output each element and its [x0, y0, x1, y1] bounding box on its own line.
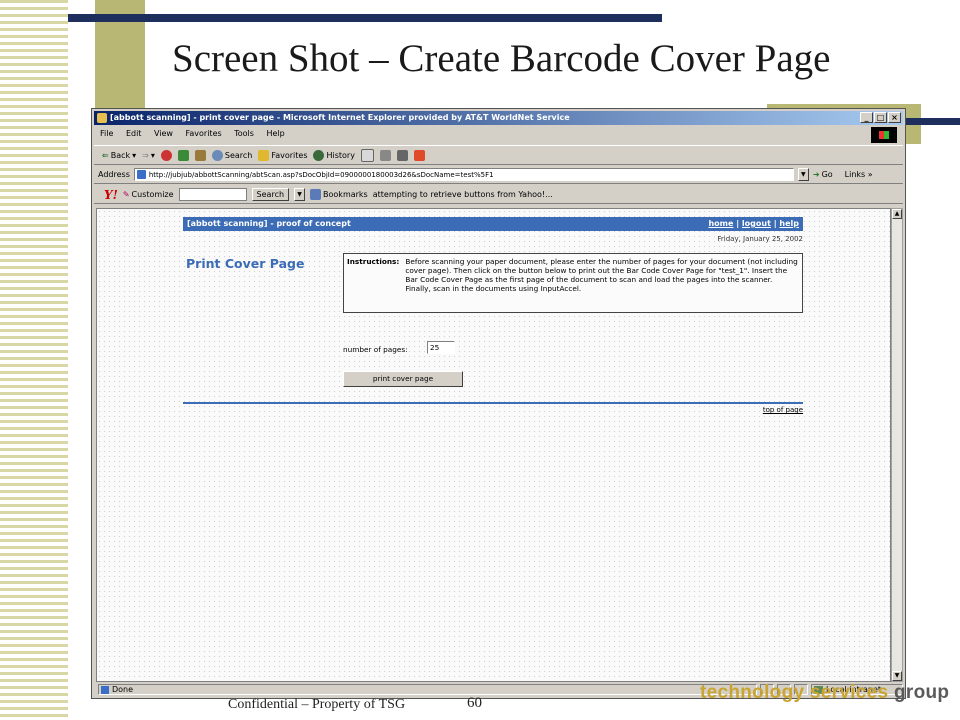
browser-window: [abbott scanning] - print cover page - M… [91, 108, 906, 699]
help-link[interactable]: help [779, 219, 799, 228]
go-label: Go [821, 170, 833, 179]
yahoo-toolbar: Y! ✎ Customize Search ▼ Bookmarks attemp… [94, 186, 903, 204]
page-header-title: [abbott scanning] - proof of concept [187, 219, 351, 228]
yahoo-search-dropdown[interactable]: ▼ [294, 188, 306, 201]
edit-icon[interactable] [396, 149, 408, 161]
page-heading: Print Cover Page [186, 256, 305, 271]
search-icon [211, 149, 223, 161]
pencil-icon: ✎ [122, 190, 130, 199]
minimize-button[interactable]: _ [860, 112, 873, 123]
favorites-button[interactable]: Favorites [258, 149, 308, 161]
instructions-box: Instructions: Before scanning your paper… [343, 253, 803, 313]
window-title: [abbott scanning] - print cover page - M… [110, 113, 570, 122]
divider [183, 402, 803, 404]
menu-bar: File Edit View Favorites Tools Help [94, 127, 903, 141]
header-links: home | logout | help [708, 217, 799, 231]
logout-link[interactable]: logout [742, 219, 771, 228]
vertical-scrollbar[interactable]: ▲ ▼ [891, 208, 903, 682]
links-button[interactable]: Links » [845, 170, 873, 179]
forward-arrow-icon: ⇒ [142, 150, 149, 160]
refresh-icon[interactable] [177, 149, 189, 161]
address-dropdown-button[interactable]: ▼ [797, 168, 809, 181]
back-button[interactable]: ⇐ Back ▾ [102, 151, 136, 160]
logo-text-group: group [893, 682, 950, 703]
search-label: Search [224, 150, 253, 160]
print-icon[interactable] [379, 149, 391, 161]
yahoo-search-input[interactable] [178, 188, 247, 201]
status-done: Done [98, 684, 757, 695]
history-icon [313, 149, 325, 161]
chevron-down-icon: ▾ [132, 150, 137, 160]
menu-favorites[interactable]: Favorites [186, 129, 222, 138]
instructions-label: Instructions: [347, 257, 400, 266]
instructions-text: Before scanning your paper document, ple… [405, 257, 798, 293]
customize-button[interactable]: ✎ Customize [123, 190, 174, 199]
go-arrow-icon: ➜ [812, 170, 820, 179]
back-arrow-icon: ⇐ [102, 150, 109, 160]
page-done-icon [101, 685, 109, 694]
number-of-pages-input[interactable]: 25 [427, 341, 455, 354]
search-button[interactable]: Search [211, 149, 253, 161]
status-done-text: Done [112, 684, 134, 694]
go-button[interactable]: ➜ Go [813, 170, 833, 179]
footer-page-number: 60 [467, 695, 482, 711]
bookmarks-label: Bookmarks [323, 190, 368, 199]
chevron-down-icon: ▾ [150, 150, 155, 160]
menu-view[interactable]: View [154, 129, 173, 138]
yahoo-status-text: attempting to retrieve buttons from Yaho… [372, 190, 553, 199]
favorites-label: Favorites [271, 150, 308, 160]
standard-toolbar: ⇐ Back ▾ ⇒ ▾ Search Favorites History [94, 145, 903, 165]
page-header-bar: [abbott scanning] - proof of concept hom… [183, 217, 803, 231]
close-button[interactable]: × [888, 112, 901, 123]
top-of-page-link[interactable]: top of page [737, 406, 803, 414]
stop-icon[interactable] [160, 149, 172, 161]
address-bar: Address http://jubjub/abbottScanning/abt… [94, 166, 903, 184]
slide-title: Screen Shot – Create Barcode Cover Page [172, 37, 831, 80]
history-button[interactable]: History [313, 149, 355, 161]
page-icon [136, 170, 146, 179]
mail-icon[interactable] [360, 148, 374, 162]
navy-line-decoration [68, 14, 662, 22]
home-link[interactable]: home [708, 219, 733, 228]
footer-logo: technology services group [700, 682, 949, 704]
window-controls: _ □ × [860, 112, 901, 123]
windows-logo-icon [871, 127, 897, 143]
logo-text: technology services [700, 682, 894, 703]
print-cover-page-button[interactable]: print cover page [343, 371, 463, 387]
messenger-icon[interactable] [413, 149, 425, 161]
address-input[interactable]: http://jubjub/abbottScanning/abtScan.asp… [133, 168, 794, 181]
bookmarks-button[interactable]: Bookmarks [310, 189, 368, 200]
left-stripe-decoration [0, 0, 68, 720]
history-label: History [326, 150, 355, 160]
customize-label: Customize [131, 190, 174, 199]
favorites-icon [258, 149, 270, 161]
page-viewport: [abbott scanning] - proof of concept hom… [96, 208, 891, 682]
page-date: Friday, January 25, 2002 [717, 235, 803, 243]
browser-titlebar: [abbott scanning] - print cover page - M… [94, 111, 903, 125]
menu-tools[interactable]: Tools [234, 129, 254, 138]
scroll-up-arrow-icon[interactable]: ▲ [892, 209, 902, 219]
ie-icon [97, 113, 107, 123]
menu-edit[interactable]: Edit [126, 129, 142, 138]
back-label: Back [110, 150, 131, 160]
yahoo-search-button[interactable]: Search [251, 188, 290, 201]
menu-file[interactable]: File [100, 129, 113, 138]
forward-button[interactable]: ⇒ ▾ [142, 151, 155, 160]
address-url: http://jubjub/abbottScanning/abtScan.asp… [148, 171, 494, 179]
scroll-down-arrow-icon[interactable]: ▼ [892, 671, 902, 681]
number-of-pages-label: number of pages: [343, 345, 408, 354]
menu-help[interactable]: Help [266, 129, 284, 138]
address-label: Address [98, 170, 130, 179]
bookmarks-icon [310, 189, 322, 200]
footer-confidential: Confidential – Property of TSG [228, 697, 406, 712]
link-separator: | [733, 219, 742, 228]
home-icon[interactable] [194, 149, 206, 161]
yahoo-logo[interactable]: Y! [104, 188, 118, 202]
maximize-button[interactable]: □ [874, 112, 887, 123]
